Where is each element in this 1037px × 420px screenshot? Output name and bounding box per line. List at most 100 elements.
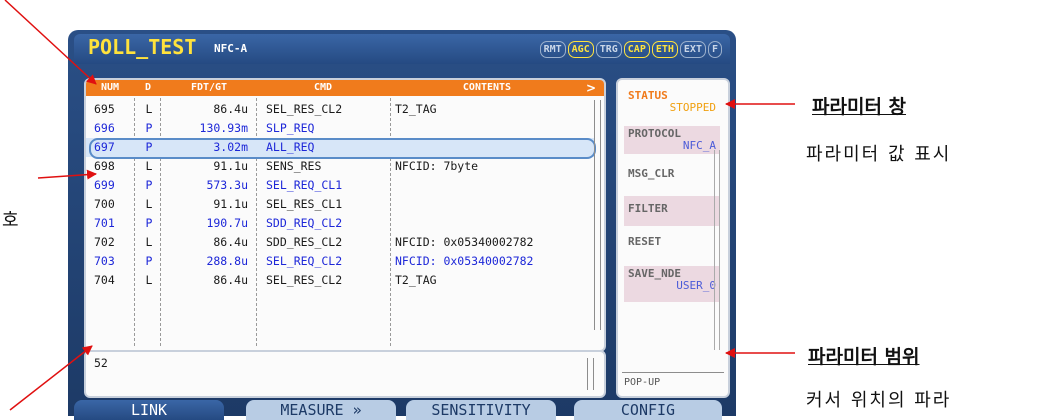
- cell-contents: [395, 214, 590, 233]
- input-scrollbar[interactable]: [587, 358, 594, 390]
- table-row[interactable]: 697 P 3.02m ALL_REQ: [86, 138, 596, 159]
- annotation-param-window-desc: 파라미터 값 표시: [806, 144, 952, 165]
- badge-agc: AGC: [567, 41, 594, 58]
- annotation-param-range-desc: 커서 위치의 파라: [806, 390, 952, 411]
- param-save-label: SAVE_NDE: [628, 267, 681, 280]
- filter-button[interactable]: FILTER: [624, 196, 720, 226]
- param-protocol[interactable]: PROTOCOL NFC_A: [624, 126, 720, 154]
- cell-fdt: 91.1u: [213, 197, 248, 211]
- badge-eth: ETH: [651, 41, 678, 58]
- cell-d: P: [145, 140, 153, 154]
- cell-d: P: [145, 121, 153, 135]
- table-row[interactable]: 699 P 573.3u SEL_REQ_CL1: [86, 176, 594, 195]
- cell-cmd: SDD_REQ_CL2: [266, 216, 343, 230]
- cell-contents: NFCID: 0x05340002782: [395, 254, 534, 268]
- device-window: POLL_TEST NFC-A RMT AGC TRG CAP ETH EXT F NUM …: [68, 30, 736, 420]
- table-row[interactable]: 698 L 91.1u SENS_RES NFCID: 7byte: [86, 157, 594, 176]
- popup-range-area: POP-UP: [622, 372, 724, 392]
- cell-fdt: 190.7u: [206, 216, 248, 230]
- tab-link[interactable]: LINK: [74, 400, 224, 420]
- param-save-value: USER_0: [676, 279, 716, 292]
- annotation-param-window-title: 파라미터 창: [812, 96, 907, 118]
- cell-d: L: [145, 235, 153, 249]
- cell-cmd: SDD_RES_CL2: [266, 235, 343, 249]
- reset-button[interactable]: RESET: [624, 234, 720, 250]
- cell-num: 698: [94, 159, 115, 173]
- table-row[interactable]: 704 L 86.4u SEL_RES_CL2 T2_TAG: [86, 271, 594, 290]
- log-table[interactable]: NUM D FDT/GT CMD CONTENTS > 695 L 86.4u SEL…: [84, 78, 606, 352]
- cell-cmd: SEL_RES_CL1: [266, 197, 343, 211]
- annotation-param-range-title: 파라미터 범위: [808, 346, 920, 368]
- status-badges: RMT AGC TRG CAP ETH EXT F: [539, 41, 722, 58]
- cell-d: P: [145, 254, 153, 268]
- tab-measure[interactable]: MEASURE »: [246, 400, 396, 420]
- annotation-left-fragment: 호: [2, 210, 21, 231]
- cell-cmd: ALL_REQ: [266, 140, 315, 154]
- cell-cmd: SEL_REQ_CL2: [266, 254, 343, 268]
- table-row[interactable]: 702 L 86.4u SDD_RES_CL2 NFCID: 0x05340002782: [86, 233, 594, 252]
- col-num[interactable]: NUM: [88, 80, 132, 96]
- table-row[interactable]: 700 L 91.1u SEL_RES_CL1: [86, 195, 594, 214]
- cell-num: 699: [94, 178, 115, 192]
- tab-sensitivity[interactable]: SENSITIVITY: [406, 400, 556, 420]
- cell-contents: [395, 119, 590, 138]
- table-scrollbar[interactable]: [594, 100, 601, 330]
- tab-config[interactable]: CONFIG: [574, 400, 722, 420]
- cell-contents: [395, 138, 590, 157]
- cell-cmd: SEL_REQ_CL1: [266, 178, 343, 192]
- table-row[interactable]: 695 L 86.4u SEL_RES_CL2 T2_TAG: [86, 100, 594, 119]
- next-page-arrow-icon[interactable]: >: [586, 80, 596, 96]
- cell-cmd: SLP_REQ: [266, 121, 315, 135]
- parameter-panel: STATUS STOPPED PROTOCOL NFC_A MSG_CLR FI…: [616, 78, 730, 398]
- cell-d: L: [145, 159, 153, 173]
- cell-num: 701: [94, 216, 115, 230]
- table-header: NUM D FDT/GT CMD CONTENTS >: [86, 80, 604, 96]
- msg-clr-button[interactable]: MSG_CLR: [624, 166, 720, 182]
- param-status[interactable]: STATUS STOPPED: [624, 88, 720, 116]
- table-row[interactable]: 696 P 130.93m SLP_REQ: [86, 119, 594, 138]
- cell-num: 697: [94, 140, 115, 154]
- badge-trg: TRG: [595, 41, 622, 58]
- param-status-value: STOPPED: [669, 101, 716, 114]
- badge-rmt: RMT: [539, 41, 566, 58]
- col-fdt[interactable]: FDT/GT: [164, 80, 254, 96]
- cell-contents: T2_TAG: [395, 273, 437, 287]
- cell-d: L: [145, 197, 153, 211]
- cell-contents: T2_TAG: [395, 102, 437, 116]
- cell-fdt: 130.93m: [199, 121, 248, 135]
- cell-cmd: SEL_RES_CL2: [266, 102, 343, 116]
- badge-ext: EXT: [679, 41, 706, 58]
- param-save[interactable]: SAVE_NDE USER_0: [624, 266, 720, 302]
- cell-fdt: 3.02m: [213, 140, 248, 154]
- cell-cmd: SEL_RES_CL2: [266, 273, 343, 287]
- table-rows: 695 L 86.4u SEL_RES_CL2 T2_TAG 696 P 130.93m SLP…: [86, 100, 596, 290]
- title-bar: POLL_TEST NFC-A RMT AGC TRG CAP ETH EXT F: [74, 34, 730, 64]
- app-title: POLL_TEST: [88, 35, 197, 59]
- cell-num: 703: [94, 254, 115, 268]
- badge-f: F: [707, 41, 722, 58]
- col-cmd[interactable]: CMD: [258, 80, 388, 96]
- input-panel[interactable]: 52: [84, 350, 606, 398]
- table-row[interactable]: 701 P 190.7u SDD_REQ_CL2: [86, 214, 594, 233]
- cell-d: P: [145, 178, 153, 192]
- cell-fdt: 91.1u: [213, 159, 248, 173]
- input-value[interactable]: 52: [94, 356, 108, 370]
- cell-num: 702: [94, 235, 115, 249]
- cell-d: L: [145, 102, 153, 116]
- table-row[interactable]: 703 P 288.8u SEL_REQ_CL2 NFCID: 0x0534000278…: [86, 252, 594, 271]
- cell-d: P: [145, 216, 153, 230]
- protocol-subtitle: NFC-A: [214, 42, 248, 55]
- cell-fdt: 288.8u: [206, 254, 248, 268]
- cell-contents: [395, 176, 590, 195]
- param-protocol-value: NFC_A: [682, 139, 716, 152]
- parameter-scrollbar[interactable]: [714, 150, 720, 350]
- cell-d: L: [145, 273, 153, 287]
- badge-cap: CAP: [623, 41, 650, 58]
- cell-contents: [395, 195, 590, 214]
- col-contents[interactable]: CONTENTS: [392, 80, 582, 96]
- cell-num: 700: [94, 197, 115, 211]
- cell-num: 695: [94, 102, 115, 116]
- col-d[interactable]: D: [136, 80, 160, 96]
- cell-num: 696: [94, 121, 115, 135]
- cell-fdt: 86.4u: [213, 273, 248, 287]
